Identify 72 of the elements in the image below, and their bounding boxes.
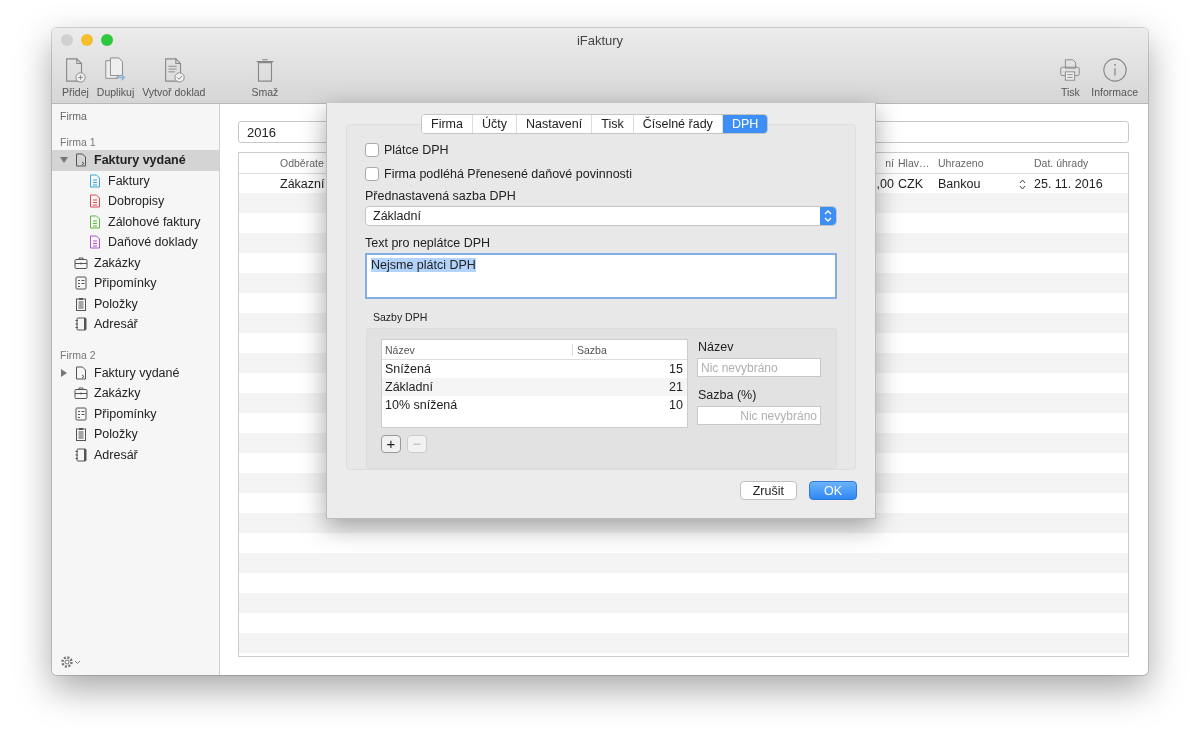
checkbox-label: Firma podléhá Přenesené daňové povinnosti — [384, 166, 633, 181]
checkbox[interactable] — [365, 166, 379, 181]
table-row[interactable]: 10% snížená 10 — [382, 396, 687, 415]
checklist-icon — [74, 276, 88, 291]
toolbar-button[interactable]: Tisk — [1055, 56, 1086, 103]
sidebar-item[interactable]: Daňové doklady — [52, 232, 219, 253]
address-book-icon — [74, 317, 88, 332]
text-area[interactable]: Nejsme plátci DPH — [365, 253, 837, 300]
toolbar-button[interactable]: Smaž — [249, 56, 281, 103]
checklist-icon — [74, 406, 88, 421]
toolbar-button[interactable]: Duplikuj — [94, 56, 137, 103]
tab[interactable]: Firma — [422, 115, 473, 133]
sidebar-item[interactable]: Zálohové faktury — [52, 211, 219, 232]
input-field[interactable]: Nic nevybráno — [697, 358, 821, 378]
collapsed-triangle-icon[interactable] — [60, 368, 68, 377]
table-cell-text: Zákazní — [279, 177, 326, 191]
cancel-button[interactable]: Zrušit — [739, 481, 797, 500]
info-icon — [1101, 56, 1128, 84]
stepper-icon[interactable] — [820, 207, 836, 226]
group-title: Firma 1 — [59, 135, 97, 150]
field-label: Sazba (%) — [698, 388, 758, 403]
column-header[interactable]: Sazba — [572, 343, 687, 356]
sidebar-item[interactable]: Položky — [52, 424, 219, 445]
table-cell-text: CZK — [897, 177, 924, 191]
document-icon — [74, 365, 88, 380]
briefcase-icon — [74, 386, 88, 401]
column-header[interactable]: ní — [875, 157, 894, 169]
window-title: iFaktury — [576, 32, 624, 48]
sidebar-item[interactable]: Adresář — [52, 444, 219, 465]
column-header[interactable]: Název — [382, 343, 572, 356]
table-cell-text: 25. 11. 2016 — [1033, 177, 1104, 191]
checkbox-label: Plátce DPH — [384, 142, 449, 157]
table-cell: ,00 — [875, 177, 894, 191]
sidebar-item[interactable]: Adresář — [52, 314, 219, 335]
sidebar-item[interactable]: Faktury vydané — [52, 362, 219, 383]
briefcase-icon — [74, 255, 88, 270]
table-row[interactable]: Základní 21 — [382, 378, 687, 397]
field-label: Text pro neplátce DPH — [365, 236, 492, 251]
sidebar-item[interactable]: Faktury vydané — [52, 150, 219, 171]
sidebar-item[interactable]: Dobropisy — [52, 191, 219, 212]
expanded-triangle-icon[interactable] — [60, 156, 68, 165]
zoom-button[interactable] — [101, 34, 113, 46]
payment-popup[interactable]: Bankou — [934, 177, 1030, 191]
toolbar-button[interactable]: Přidej — [60, 56, 91, 103]
rate-popup[interactable]: Základní — [365, 206, 837, 227]
column-header[interactable]: Uhrazeno — [934, 157, 1030, 169]
input-field[interactable]: Nic nevybráno — [697, 406, 821, 426]
sidebar-item[interactable]: Faktury — [52, 170, 219, 191]
toolbar-button[interactable]: Informace — [1089, 56, 1140, 103]
sidebar-header: Firma — [59, 109, 88, 124]
table-row[interactable]: Snížená 15 — [382, 360, 687, 379]
group-title: Sazby DPH — [373, 311, 429, 324]
column-header[interactable]: Dat. úhrady — [1030, 157, 1128, 169]
field-label: Název — [698, 340, 735, 355]
clipboard-icon — [74, 296, 88, 311]
document-icon — [74, 153, 88, 168]
sidebar-item[interactable]: Zakázky — [52, 252, 219, 273]
column-header[interactable]: Hlav… — [894, 157, 934, 169]
checkbox[interactable] — [365, 142, 379, 157]
settings-icon[interactable] — [60, 655, 82, 669]
group-title: Firma 2 — [59, 347, 97, 363]
sidebar-item[interactable]: Připomínky — [52, 273, 219, 294]
add-button[interactable]: + — [381, 435, 401, 454]
column-header[interactable]: Odběrate — [276, 157, 326, 169]
address-book-icon — [74, 447, 88, 462]
sidebar-item[interactable]: Položky — [52, 293, 219, 314]
clipboard-icon — [74, 427, 88, 442]
field-label: Přednastavená sazba DPH — [365, 189, 517, 204]
toolbar-button[interactable]: Vytvoř doklad — [140, 56, 208, 103]
stepper-icon[interactable] — [1019, 178, 1026, 190]
sidebar-item[interactable]: Zakázky — [52, 383, 219, 404]
sidebar-item[interactable]: Připomínky — [52, 403, 219, 424]
